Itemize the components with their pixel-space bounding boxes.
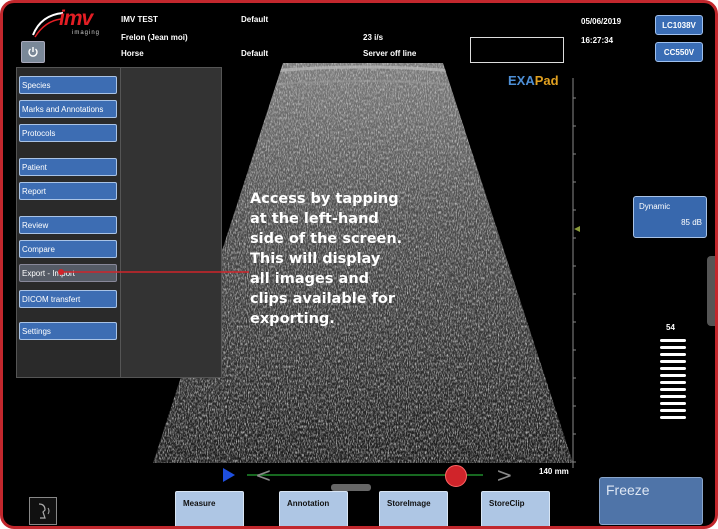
callout-line: side of the screen. xyxy=(250,231,403,247)
depth-label: 140 mm xyxy=(539,467,569,476)
cine-next-button[interactable]: > xyxy=(496,463,513,487)
frame-rate: 23 i/s xyxy=(363,33,384,42)
menu-item-protocols[interactable]: Protocols xyxy=(19,124,117,142)
focus-marker-icon xyxy=(574,226,580,232)
measure-button[interactable]: Measure xyxy=(175,491,244,526)
export-panel xyxy=(120,67,222,378)
menu-item-compare[interactable]: Compare xyxy=(19,240,117,258)
dynamic-value: 85 dB xyxy=(681,218,702,227)
callout-arrow xyxy=(58,269,249,275)
menu-item-patient[interactable]: Patient xyxy=(19,158,117,176)
cine-prev-button[interactable]: < xyxy=(255,463,272,487)
preset-top: Default xyxy=(241,15,269,24)
voice-icon xyxy=(38,503,50,519)
dynamic-label: Dynamic xyxy=(639,202,671,211)
preset-bottom: Default xyxy=(241,49,269,58)
power-icon xyxy=(28,47,38,57)
info-box xyxy=(470,37,564,63)
header-line-1: IMV TEST xyxy=(121,15,158,24)
probe-button-1[interactable]: LC1038V xyxy=(655,15,703,35)
dynamic-range-control[interactable]: Dynamic 85 dB xyxy=(633,196,707,238)
gain-slider[interactable] xyxy=(658,337,688,427)
callout-line: all images and xyxy=(250,271,370,287)
exa-text: EXA xyxy=(508,73,535,88)
callout-text: Access by tapping at the left-hand side … xyxy=(250,189,460,329)
callout-line: at the left-hand xyxy=(250,211,379,227)
store-image-button[interactable]: StoreImage xyxy=(379,491,448,526)
header-line-2: Frelon (Jean moi) xyxy=(121,33,188,42)
logo-text: imv xyxy=(59,7,93,30)
logo-subtext: imaging xyxy=(72,30,101,36)
date: 05/06/2019 xyxy=(581,17,622,26)
annotation-button[interactable]: Annotation xyxy=(279,491,348,526)
left-menu: Species Marks and Annotations Protocols … xyxy=(16,67,121,378)
screen-frame: imv imaging IMV TEST Frelon (Jean moi) H… xyxy=(0,0,718,529)
menu-item-settings[interactable]: Settings xyxy=(19,322,117,340)
menu-item-review[interactable]: Review xyxy=(19,216,117,234)
freeze-button[interactable]: Freeze xyxy=(599,477,703,525)
cine-scrubber-knob[interactable] xyxy=(444,465,467,487)
server-status: Server off line xyxy=(363,49,417,58)
probe-button-2[interactable]: CC550V xyxy=(655,42,703,62)
menu-item-marks-annotations[interactable]: Marks and Annotations xyxy=(19,100,117,118)
menu-item-species[interactable]: Species xyxy=(19,76,117,94)
callout-line: exporting. xyxy=(250,311,335,327)
callout-line: clips available for xyxy=(250,291,395,307)
depth-scale xyxy=(572,78,580,468)
header-line-3: Horse xyxy=(121,49,144,58)
callout-line: Access by tapping xyxy=(250,191,399,207)
gain-value: 54 xyxy=(666,323,675,332)
voice-button[interactable] xyxy=(29,497,57,525)
menu-item-dicom-transfert[interactable]: DICOM transfert xyxy=(19,290,117,308)
power-button[interactable] xyxy=(21,41,45,63)
imv-logo: imv imaging xyxy=(31,7,109,39)
side-handle[interactable] xyxy=(707,256,715,326)
exapad-logo: EXAPad xyxy=(508,73,559,88)
time: 16:27:34 xyxy=(581,36,614,45)
pad-text: Pad xyxy=(534,73,559,88)
menu-item-report[interactable]: Report xyxy=(19,182,117,200)
tray-handle[interactable] xyxy=(331,484,371,491)
callout-line: This will display xyxy=(250,251,381,267)
play-icon xyxy=(223,468,235,482)
store-clip-button[interactable]: StoreClip xyxy=(481,491,550,526)
